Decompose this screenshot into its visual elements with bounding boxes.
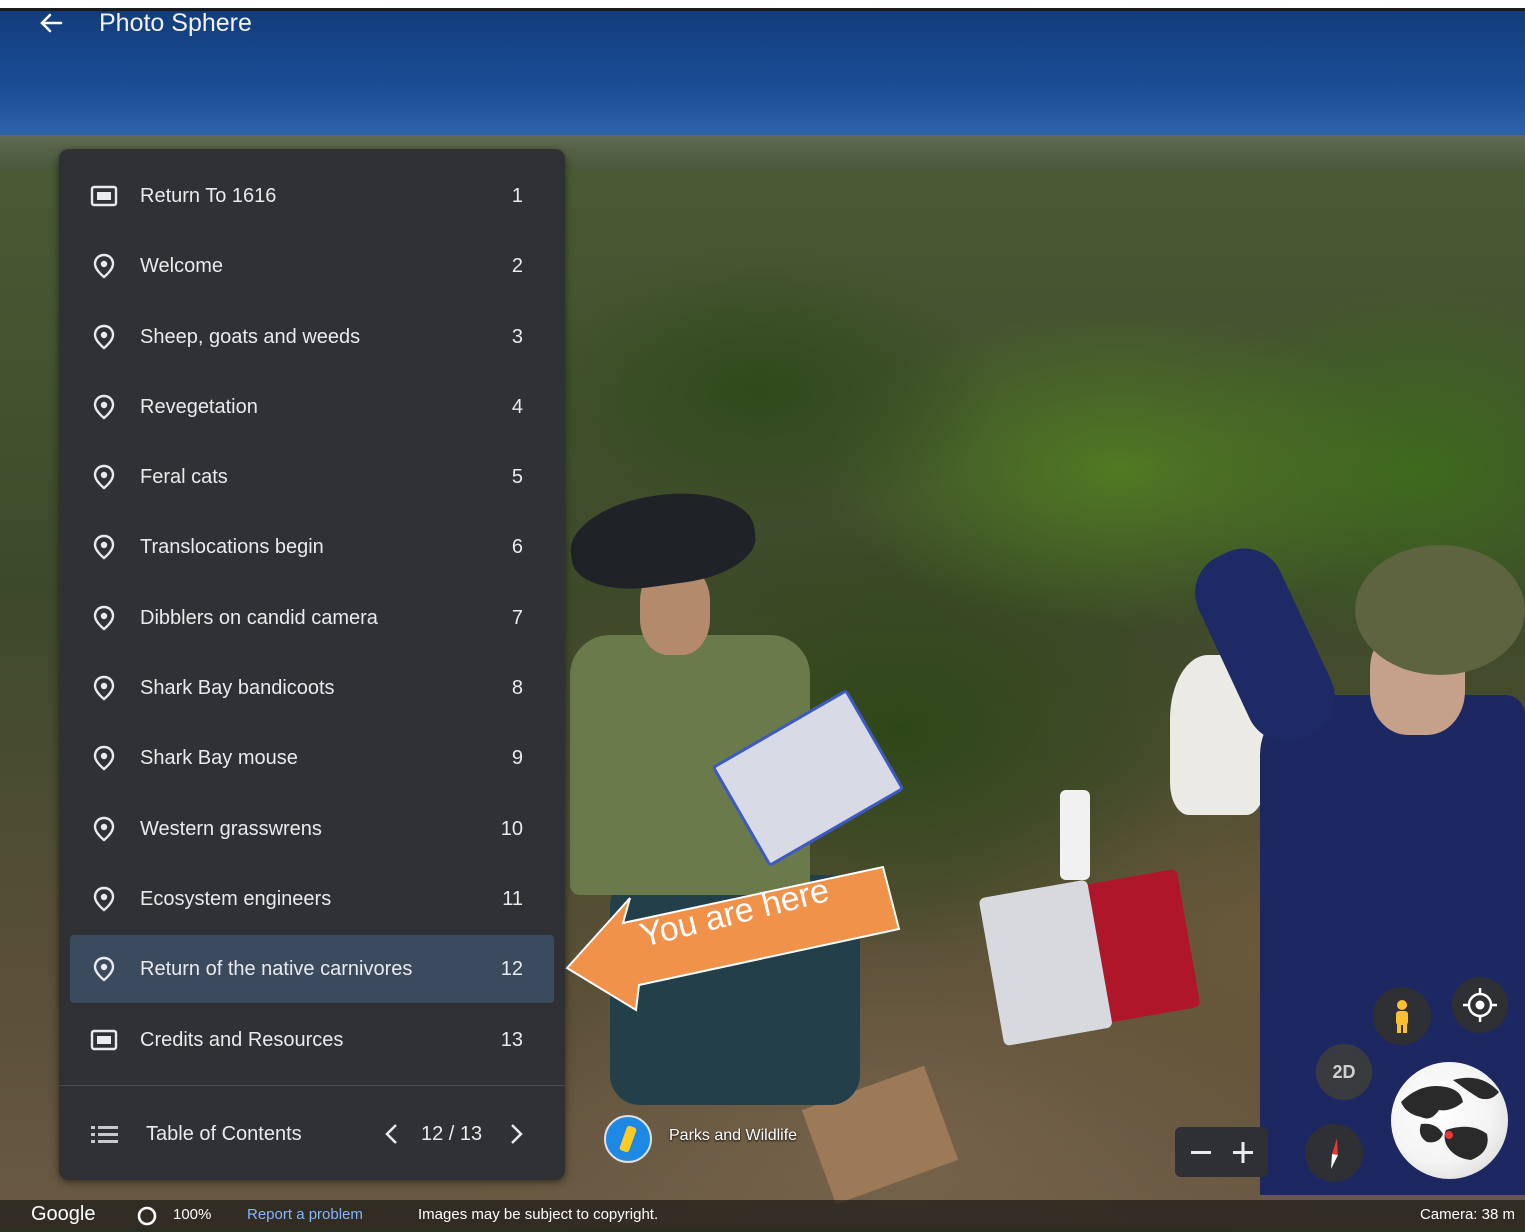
slide-icon	[90, 182, 118, 210]
tour-item-number: 1	[511, 185, 523, 207]
tour-item-label: Feral cats	[140, 466, 228, 489]
slide-icon	[90, 1026, 118, 1054]
back-button[interactable]	[36, 8, 66, 38]
zoom-control	[1175, 1127, 1268, 1177]
report-problem-link[interactable]: Report a problem	[247, 1206, 363, 1224]
tour-list: Return To 1616 1 Welcome 2 Sheep, goats and …	[59, 161, 565, 1075]
tour-item-number: 8	[511, 677, 523, 700]
tour-item-label: Shark Bay mouse	[140, 747, 298, 770]
tour-item[interactable]: Shark Bay bandicoots 8	[59, 653, 565, 723]
google-logo: Google	[31, 1203, 96, 1225]
place-icon	[90, 815, 118, 843]
place-icon	[90, 604, 118, 632]
place-icon	[90, 533, 118, 561]
tour-item-number: 2	[511, 255, 523, 278]
my-location-button[interactable]	[1452, 977, 1508, 1033]
zoom-in-button[interactable]	[1227, 1133, 1259, 1171]
place-icon	[90, 744, 118, 772]
ring-icon	[136, 1205, 158, 1227]
tour-item[interactable]: Dibblers on candid camera 7	[59, 583, 565, 653]
place-icon	[90, 323, 118, 351]
tour-item[interactable]: Welcome 2	[59, 231, 565, 301]
camera-altitude: Camera: 38 m	[1419, 1206, 1515, 1223]
globe-icon	[1401, 1077, 1499, 1160]
slide-counter: 12 / 13	[421, 1123, 483, 1145]
compass-icon	[1331, 1138, 1338, 1169]
tour-item-number: 12	[500, 958, 523, 981]
tour-item-number: 5	[511, 466, 523, 489]
place-icon	[90, 955, 118, 983]
tour-item[interactable]: Return To 1616 1	[59, 161, 565, 231]
tour-item-number: 3	[511, 325, 523, 348]
attribution-label[interactable]: Parks and Wildlife	[669, 1127, 797, 1145]
parks-wildlife-logo[interactable]	[604, 1115, 652, 1163]
place-icon	[90, 674, 118, 702]
zoom-out-button[interactable]	[1185, 1133, 1217, 1171]
tour-item-label: Western grasswrens	[140, 817, 322, 840]
next-button[interactable]	[505, 1119, 527, 1149]
page-title: Photo Sphere	[99, 9, 252, 37]
status-bar	[0, 1200, 1525, 1227]
place-icon	[90, 393, 118, 421]
tour-item-label: Credits and Resources	[140, 1028, 344, 1051]
tour-item-number: 9	[511, 747, 523, 770]
tour-item[interactable]: Feral cats 5	[59, 442, 565, 512]
chevron-right-icon	[511, 1124, 523, 1144]
tour-item-label: Dibblers on candid camera	[140, 606, 378, 629]
tour-item-label: Return of the native carnivores	[140, 958, 413, 981]
tour-item-number: 10	[500, 817, 523, 840]
tour-item-label: Welcome	[140, 255, 223, 278]
place-icon	[90, 252, 118, 280]
tour-item[interactable]: Shark Bay mouse 9	[59, 723, 565, 793]
copyright-notice: Images may be subject to copyright.	[418, 1206, 659, 1223]
toc-list-icon[interactable]	[91, 1124, 119, 1144]
tour-item-label: Shark Bay bandicoots	[140, 677, 335, 700]
tour-panel: Return To 1616 1 Welcome 2 Sheep, goats and …	[59, 149, 565, 1180]
load-percent: 100%	[173, 1206, 212, 1223]
tour-item-number: 11	[502, 887, 523, 910]
window-top-edge	[0, 0, 1525, 8]
you-are-here-arrow	[565, 865, 901, 1012]
toc-label[interactable]: Table of Contents	[146, 1119, 302, 1149]
tour-item-number: 7	[511, 606, 523, 629]
toggle-2d-button[interactable]: 2D	[1316, 1044, 1372, 1100]
tour-item-number: 4	[511, 395, 523, 418]
pegman-icon	[1396, 1000, 1408, 1033]
tour-item-label: Return To 1616	[140, 185, 277, 207]
tour-item-label: Sheep, goats and weeds	[140, 325, 361, 348]
tour-item[interactable]: Revegetation 4	[59, 372, 565, 442]
tour-item[interactable]: Return of the native carnivores 12	[59, 934, 565, 1004]
spray-bottle	[1060, 790, 1090, 880]
tour-item-label: Ecosystem engineers	[140, 887, 332, 910]
tour-item[interactable]: Credits and Resources 13	[59, 1005, 565, 1075]
previous-button[interactable]	[381, 1119, 403, 1149]
tour-item-label: Revegetation	[140, 395, 258, 418]
tour-item[interactable]: Western grasswrens 10	[59, 794, 565, 864]
place-icon	[90, 463, 118, 491]
tour-item[interactable]: Ecosystem engineers 11	[59, 864, 565, 934]
arrow-left-icon	[40, 13, 63, 33]
street-view-button[interactable]	[1373, 987, 1431, 1045]
compass-button[interactable]	[1305, 1124, 1363, 1182]
plus-icon	[1233, 1142, 1253, 1163]
chevron-left-icon	[385, 1124, 397, 1144]
panel-divider	[59, 1085, 565, 1086]
globe-button[interactable]	[1391, 1062, 1508, 1179]
tour-item-number: 6	[511, 536, 523, 559]
tour-item[interactable]: Sheep, goats and weeds 3	[59, 302, 565, 372]
minus-icon	[1191, 1151, 1211, 1154]
tour-item[interactable]: Translocations begin 6	[59, 512, 565, 582]
crosshair-icon	[1463, 988, 1497, 1022]
tour-item-label: Translocations begin	[140, 536, 324, 559]
place-icon	[90, 885, 118, 913]
tour-item-number: 13	[500, 1028, 523, 1051]
